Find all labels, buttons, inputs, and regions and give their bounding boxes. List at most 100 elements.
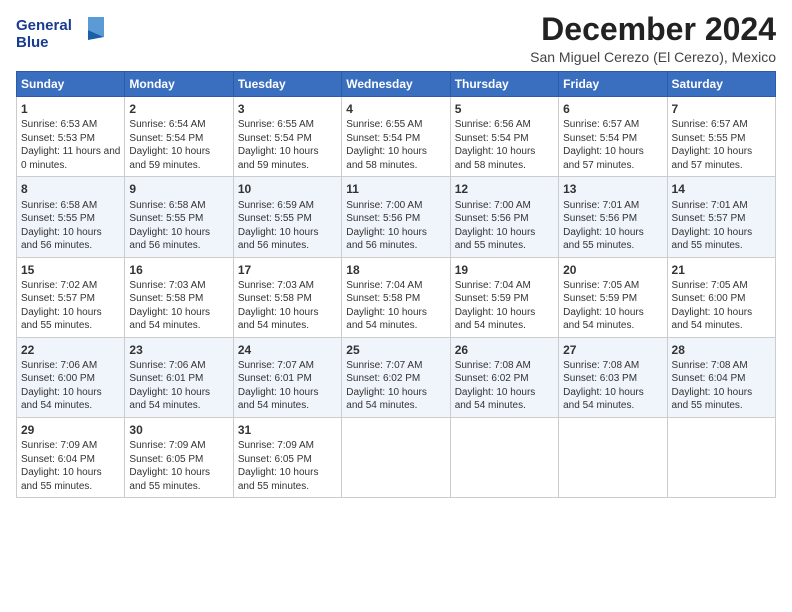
day-number: 11	[346, 181, 445, 197]
sunrise: Sunrise: 7:09 AM	[238, 440, 314, 451]
daylight: Daylight: 10 hours and 55 minutes.	[21, 307, 102, 332]
sunrise: Sunrise: 6:55 AM	[346, 119, 422, 130]
sunset: Sunset: 5:54 PM	[346, 133, 420, 144]
sunset: Sunset: 5:55 PM	[21, 213, 95, 224]
sunset: Sunset: 6:01 PM	[129, 373, 203, 384]
sunset: Sunset: 5:55 PM	[238, 213, 312, 224]
day-number: 5	[455, 101, 554, 117]
day-number: 7	[672, 101, 771, 117]
sunrise: Sunrise: 7:08 AM	[672, 360, 748, 371]
sunset: Sunset: 5:55 PM	[129, 213, 203, 224]
sunset: Sunset: 5:54 PM	[563, 133, 637, 144]
day-cell: 16 Sunrise: 7:03 AM Sunset: 5:58 PM Dayl…	[125, 257, 233, 337]
sunrise: Sunrise: 6:57 AM	[563, 119, 639, 130]
daylight: Daylight: 10 hours and 54 minutes.	[21, 387, 102, 412]
day-number: 19	[455, 262, 554, 278]
day-cell: 18 Sunrise: 7:04 AM Sunset: 5:58 PM Dayl…	[342, 257, 450, 337]
sunrise: Sunrise: 6:58 AM	[21, 200, 97, 211]
sunset: Sunset: 6:03 PM	[563, 373, 637, 384]
day-cell: 7 Sunrise: 6:57 AM Sunset: 5:55 PM Dayli…	[667, 97, 775, 177]
day-cell: 27 Sunrise: 7:08 AM Sunset: 6:03 PM Dayl…	[559, 337, 667, 417]
daylight: Daylight: 10 hours and 58 minutes.	[455, 146, 536, 171]
day-cell: 3 Sunrise: 6:55 AM Sunset: 5:54 PM Dayli…	[233, 97, 341, 177]
day-number: 24	[238, 342, 337, 358]
sunrise: Sunrise: 7:08 AM	[563, 360, 639, 371]
day-cell: 1 Sunrise: 6:53 AM Sunset: 5:53 PM Dayli…	[17, 97, 125, 177]
col-header-saturday: Saturday	[667, 72, 775, 97]
sunset: Sunset: 6:00 PM	[672, 293, 746, 304]
day-cell: 11 Sunrise: 7:00 AM Sunset: 5:56 PM Dayl…	[342, 177, 450, 257]
sunrise: Sunrise: 7:08 AM	[455, 360, 531, 371]
day-number: 15	[21, 262, 120, 278]
daylight: Daylight: 10 hours and 54 minutes.	[238, 307, 319, 332]
daylight: Daylight: 10 hours and 55 minutes.	[21, 467, 102, 492]
sunrise: Sunrise: 6:54 AM	[129, 119, 205, 130]
daylight: Daylight: 10 hours and 56 minutes.	[238, 227, 319, 252]
day-number: 27	[563, 342, 662, 358]
day-cell: 15 Sunrise: 7:02 AM Sunset: 5:57 PM Dayl…	[17, 257, 125, 337]
day-cell: 9 Sunrise: 6:58 AM Sunset: 5:55 PM Dayli…	[125, 177, 233, 257]
daylight: Daylight: 10 hours and 59 minutes.	[129, 146, 210, 171]
sunset: Sunset: 5:53 PM	[21, 133, 95, 144]
sunrise: Sunrise: 6:58 AM	[129, 200, 205, 211]
day-number: 17	[238, 262, 337, 278]
day-cell: 22 Sunrise: 7:06 AM Sunset: 6:00 PM Dayl…	[17, 337, 125, 417]
sunset: Sunset: 5:56 PM	[346, 213, 420, 224]
daylight: Daylight: 11 hours and 0 minutes.	[21, 146, 120, 171]
day-cell: 6 Sunrise: 6:57 AM Sunset: 5:54 PM Dayli…	[559, 97, 667, 177]
sunrise: Sunrise: 7:03 AM	[238, 280, 314, 291]
daylight: Daylight: 10 hours and 54 minutes.	[129, 387, 210, 412]
subtitle: San Miguel Cerezo (El Cerezo), Mexico	[530, 49, 776, 65]
logo: General Blue	[16, 12, 106, 57]
day-number: 4	[346, 101, 445, 117]
day-number: 13	[563, 181, 662, 197]
sunset: Sunset: 6:05 PM	[129, 454, 203, 465]
day-cell: 28 Sunrise: 7:08 AM Sunset: 6:04 PM Dayl…	[667, 337, 775, 417]
page-container: General Blue December 2024 San Miguel Ce…	[0, 0, 792, 506]
daylight: Daylight: 10 hours and 56 minutes.	[129, 227, 210, 252]
sunrise: Sunrise: 7:05 AM	[563, 280, 639, 291]
sunset: Sunset: 6:01 PM	[238, 373, 312, 384]
svg-text:Blue: Blue	[16, 34, 49, 51]
col-header-tuesday: Tuesday	[233, 72, 341, 97]
day-cell: 4 Sunrise: 6:55 AM Sunset: 5:54 PM Dayli…	[342, 97, 450, 177]
sunrise: Sunrise: 7:07 AM	[346, 360, 422, 371]
day-number: 1	[21, 101, 120, 117]
sunset: Sunset: 5:57 PM	[672, 213, 746, 224]
main-title: December 2024	[530, 12, 776, 47]
sunset: Sunset: 5:56 PM	[563, 213, 637, 224]
day-cell: 5 Sunrise: 6:56 AM Sunset: 5:54 PM Dayli…	[450, 97, 558, 177]
sunrise: Sunrise: 7:00 AM	[346, 200, 422, 211]
daylight: Daylight: 10 hours and 55 minutes.	[672, 227, 753, 252]
sunrise: Sunrise: 6:55 AM	[238, 119, 314, 130]
sunset: Sunset: 5:59 PM	[455, 293, 529, 304]
day-number: 20	[563, 262, 662, 278]
day-number: 10	[238, 181, 337, 197]
day-number: 16	[129, 262, 228, 278]
sunset: Sunset: 6:04 PM	[21, 454, 95, 465]
sunset: Sunset: 6:04 PM	[672, 373, 746, 384]
sunrise: Sunrise: 7:09 AM	[21, 440, 97, 451]
sunset: Sunset: 5:57 PM	[21, 293, 95, 304]
daylight: Daylight: 10 hours and 54 minutes.	[563, 387, 644, 412]
day-number: 3	[238, 101, 337, 117]
day-cell	[559, 417, 667, 497]
day-cell: 29 Sunrise: 7:09 AM Sunset: 6:04 PM Dayl…	[17, 417, 125, 497]
day-number: 26	[455, 342, 554, 358]
sunset: Sunset: 5:58 PM	[129, 293, 203, 304]
day-number: 29	[21, 422, 120, 438]
day-number: 25	[346, 342, 445, 358]
daylight: Daylight: 10 hours and 54 minutes.	[672, 307, 753, 332]
day-cell: 8 Sunrise: 6:58 AM Sunset: 5:55 PM Dayli…	[17, 177, 125, 257]
week-row-3: 15 Sunrise: 7:02 AM Sunset: 5:57 PM Dayl…	[17, 257, 776, 337]
sunset: Sunset: 5:59 PM	[563, 293, 637, 304]
day-cell: 13 Sunrise: 7:01 AM Sunset: 5:56 PM Dayl…	[559, 177, 667, 257]
daylight: Daylight: 10 hours and 54 minutes.	[563, 307, 644, 332]
day-cell: 19 Sunrise: 7:04 AM Sunset: 5:59 PM Dayl…	[450, 257, 558, 337]
sunrise: Sunrise: 7:07 AM	[238, 360, 314, 371]
day-cell: 10 Sunrise: 6:59 AM Sunset: 5:55 PM Dayl…	[233, 177, 341, 257]
sunset: Sunset: 5:56 PM	[455, 213, 529, 224]
day-number: 22	[21, 342, 120, 358]
sunrise: Sunrise: 6:56 AM	[455, 119, 531, 130]
day-number: 8	[21, 181, 120, 197]
